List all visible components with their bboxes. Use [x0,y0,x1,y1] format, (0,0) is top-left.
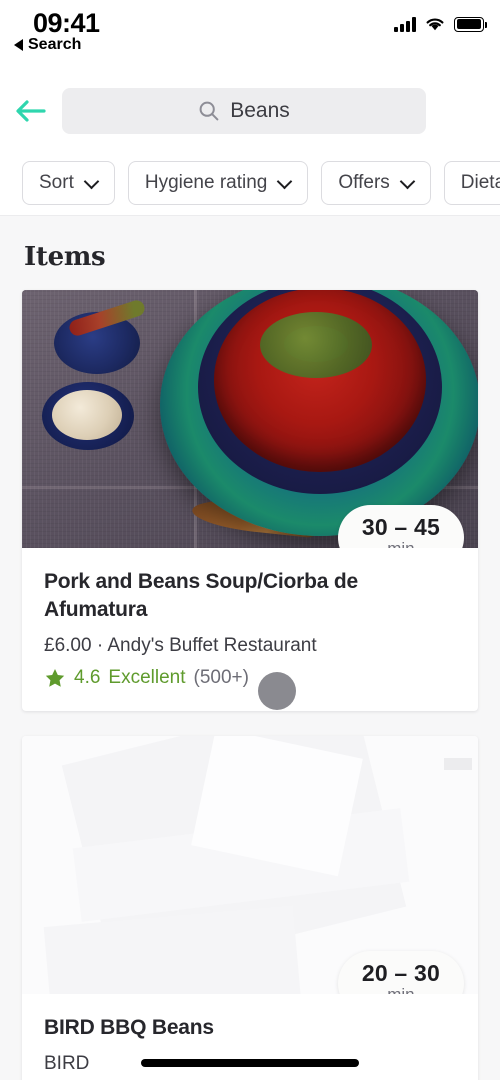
back-arrow-icon [16,100,46,122]
star-filled-icon [45,668,65,687]
delivery-time-range: 20 – 30 [361,959,440,986]
wifi-icon [426,18,444,31]
item-name: BIRD BBQ Beans [44,1015,214,1039]
item-rating: 4.6 Excellent (500+) [44,667,456,689]
results-list: Items 30 – 45 Pork and Beans Soup/Ciorba… [0,216,500,1080]
item-rating-value: 4.6 [74,666,101,688]
filter-chip-offers[interactable]: Offers [321,160,431,205]
filter-chip-dietary[interactable]: Dietary [443,160,500,205]
filter-chip-hygiene-rating[interactable]: Hygiene rating [127,160,309,205]
back-triangle-icon [14,39,23,51]
status-bar-indicators [394,16,487,32]
filter-chip-label: Offers [338,171,390,193]
filter-chip-label: Dietary [460,171,500,193]
item-rating-word: Excellent [108,666,186,688]
search-bar: Beans [0,72,500,150]
item-details: Pork and Beans Soup/Ciorba de Afumatura … [22,548,478,711]
back-button[interactable] [0,98,62,124]
delivery-time-range: 30 – 45 [361,514,440,540]
search-input-value: Beans [230,99,290,122]
home-indicator[interactable] [141,1059,359,1067]
status-bar: 09:41 Search [0,0,500,72]
cellular-signal-icon [394,16,416,32]
chevron-down-icon [401,176,414,189]
item-rating-count: (500+) [193,666,249,688]
item-details: BIRD BBQ Beans BIRD 4.4 Very Good (500+) [22,994,478,1080]
filter-chip-label: Hygiene rating [144,171,268,193]
item-image: 20 – 30 min [22,735,478,994]
search-icon [199,101,219,121]
filter-chip-sort[interactable]: Sort [22,160,115,205]
item-subtitle: £6.00 · Andy's Buffet Restaurant [44,634,317,656]
chevron-down-icon [278,176,291,189]
filter-chip-row[interactable]: Sort Hygiene rating Offers Dietary [0,150,500,216]
delivery-time-badge: 20 – 30 min [337,950,464,994]
battery-full-icon [454,16,487,32]
delivery-time-badge: 30 – 45 min [337,505,464,548]
item-card[interactable]: 20 – 30 min BIRD BBQ Beans BIRD 4.4 Very… [22,735,478,1080]
filter-chip-label: Sort [39,171,74,193]
item-name: Pork and Beans Soup/Ciorba de Afumatura [44,570,358,621]
status-bar-time: 09:41 [33,8,100,38]
item-card[interactable]: 30 – 45 min Pork and Beans Soup/Ciorba d… [22,290,478,711]
status-bar-back-to-search[interactable]: Search [14,36,81,54]
search-input[interactable]: Beans [62,88,426,134]
touch-indicator [258,672,296,710]
status-bar-back-label: Search [28,36,82,53]
page-title: Items [24,242,106,272]
app-root: 09:41 Search Beans Sort Hygiene rating O… [0,0,500,1080]
chevron-down-icon [85,176,98,189]
item-image: 30 – 45 min [22,290,478,548]
